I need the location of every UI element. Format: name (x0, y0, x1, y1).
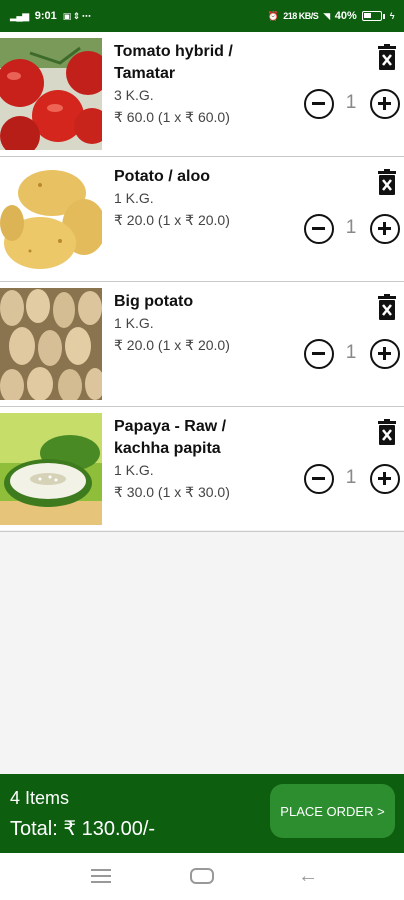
item-quantity: 1 (345, 342, 357, 363)
items-count: 4 Items (10, 788, 70, 808)
back-icon[interactable]: ← (298, 865, 318, 888)
item-quantity: 1 (345, 217, 357, 238)
item-price: ₹ 20.0 (1 x ₹ 20.0) (114, 337, 230, 353)
papaya-image (0, 413, 102, 525)
status-bar: ▂▄▆ 9:01 ▣ ⇕ ⋯ ⏰ 218 KB/S ◥ 40% ϟ (0, 0, 404, 32)
decrease-quantity-button[interactable] (304, 214, 334, 244)
status-time: 9:01 (34, 10, 57, 22)
increase-quantity-button[interactable] (370, 214, 400, 244)
decrease-quantity-button[interactable] (304, 89, 334, 119)
cart-list: Tomato hybrid / Tamatar 3 K.G. ₹ 60.0 (1… (0, 32, 404, 532)
notification-icon: ▣ ⇕ ⋯ (62, 10, 91, 21)
item-name: Papaya - Raw / kachha papita (114, 418, 227, 457)
item-name: Big potato (114, 293, 194, 310)
order-total: Total: ₹ 130.00/- (10, 818, 156, 840)
increase-quantity-button[interactable] (370, 339, 400, 369)
delete-icon[interactable] (376, 169, 398, 195)
item-price: ₹ 60.0 (1 x ₹ 60.0) (114, 109, 230, 125)
alarm-icon: ⏰ (267, 10, 279, 21)
decrease-quantity-button[interactable] (304, 339, 334, 369)
cart-item-potato: Potato / aloo 1 K.G. ₹ 20.0 (1 x ₹ 20.0)… (0, 157, 404, 282)
item-price: ₹ 20.0 (1 x ₹ 20.0) (114, 212, 230, 228)
delete-icon[interactable] (376, 419, 398, 445)
item-price: ₹ 30.0 (1 x ₹ 30.0) (114, 484, 230, 500)
battery-percent: 40% (334, 10, 357, 22)
potato-image (0, 163, 102, 275)
delete-icon[interactable] (376, 44, 398, 70)
item-weight: 1 K.G. (114, 315, 154, 331)
signal-icon: ▂▄▆ (10, 10, 29, 21)
item-name: Tomato hybrid / Tamatar (114, 43, 233, 82)
item-quantity: 1 (345, 467, 357, 488)
wifi-icon: ◥ (323, 10, 330, 21)
big-potato-image (0, 288, 102, 400)
tomato-image (0, 38, 102, 150)
navigation-bar: ← (0, 853, 404, 900)
place-order-button[interactable]: PLACE ORDER > (270, 784, 395, 838)
increase-quantity-button[interactable] (370, 464, 400, 494)
order-summary-bar: 4 Items Total: ₹ 130.00/- PLACE ORDER > (0, 774, 404, 853)
item-quantity: 1 (345, 92, 357, 113)
home-icon[interactable] (190, 868, 214, 884)
item-weight: 1 K.G. (114, 190, 154, 206)
charging-icon: ϟ (389, 11, 395, 21)
battery-icon (361, 11, 382, 21)
item-weight: 1 K.G. (114, 462, 154, 478)
cart-item-papaya: Papaya - Raw / kachha papita 1 K.G. ₹ 30… (0, 407, 404, 532)
cart-item-tomato: Tomato hybrid / Tamatar 3 K.G. ₹ 60.0 (1… (0, 32, 404, 157)
increase-quantity-button[interactable] (370, 89, 400, 119)
cart-item-big-potato: Big potato 1 K.G. ₹ 20.0 (1 x ₹ 20.0) 1 (0, 282, 404, 407)
recent-apps-icon[interactable] (91, 869, 111, 883)
decrease-quantity-button[interactable] (304, 464, 334, 494)
item-name: Potato / aloo (114, 168, 210, 185)
delete-icon[interactable] (376, 294, 398, 320)
network-speed: 218 KB/S (283, 11, 319, 21)
item-weight: 3 K.G. (114, 87, 154, 103)
